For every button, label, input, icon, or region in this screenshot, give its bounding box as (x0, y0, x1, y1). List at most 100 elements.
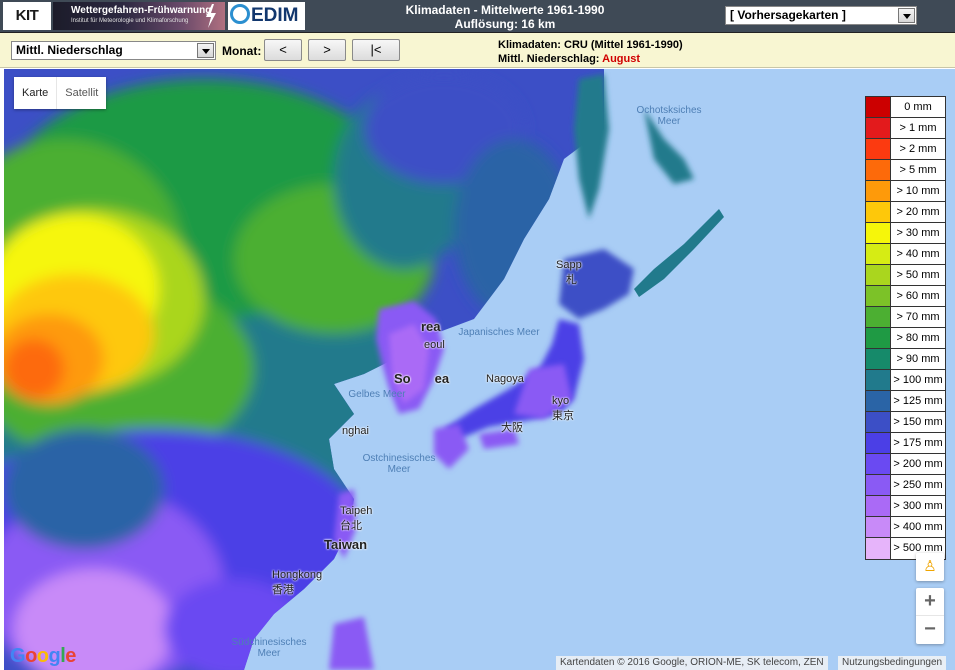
legend-label: > 300 mm (893, 500, 943, 512)
legend-label: > 10 mm (896, 185, 940, 197)
legend-label: > 20 mm (896, 206, 940, 218)
south-korea-end: ea (434, 371, 450, 386)
kit-logo-text: KIT (15, 7, 39, 24)
google-logo[interactable]: Google (10, 645, 76, 668)
header-bar: KIT Wettergefahren-Frühwarnung Institut … (0, 0, 955, 33)
legend-swatch (866, 412, 891, 432)
wettergefahren-banner[interactable]: Wettergefahren-Frühwarnung Institut für … (53, 2, 225, 30)
cedim-logo[interactable]: EDIM (228, 2, 305, 30)
banner-title: Wettergefahren-Frühwarnung (71, 5, 212, 16)
legend-swatch (866, 223, 891, 243)
precipitation-map[interactable]: Ochotsksiches Meer Japanisches Meer Gelb… (4, 69, 955, 670)
legend-swatch (866, 202, 891, 222)
legend-label: > 1 mm (899, 122, 937, 134)
banner-subtitle: Institut für Meteorologie und Klimaforsc… (71, 18, 189, 24)
osaka-label: 大阪 (501, 422, 523, 434)
first-month-button[interactable]: |< (352, 39, 400, 61)
south-china-sea-label: Südchinesisches Meer (224, 637, 314, 659)
google-letter: o (36, 645, 49, 667)
legend-label: > 125 mm (893, 395, 943, 407)
legend-label: > 100 mm (893, 374, 943, 386)
zoom-out-button[interactable]: − (916, 616, 944, 644)
legend-row: > 40 mm (866, 244, 945, 265)
satellite-view-button[interactable]: Satellit (56, 77, 106, 109)
seoul-label: eoul (424, 339, 445, 351)
legend-row: > 70 mm (866, 307, 945, 328)
map-view-button[interactable]: Karte (14, 77, 56, 109)
precipitation-legend: 0 mm > 1 mm > 2 mm > 5 mm > 10 mm > 20 mm > 30… (865, 96, 946, 560)
zoom-control: + − (916, 588, 944, 644)
taipei-name: Taipeh (340, 505, 373, 517)
google-letter: g (48, 645, 61, 667)
legend-row: > 90 mm (866, 349, 945, 370)
legend-row: > 250 mm (866, 475, 945, 496)
legend-swatch (866, 118, 891, 138)
tokyo-kanji: 東京 (552, 410, 574, 422)
pegman-icon[interactable]: ♙ (916, 553, 944, 581)
legend-swatch (866, 328, 891, 348)
hongkong-name: Hongkong (272, 569, 323, 581)
legend-row: > 1 mm (866, 118, 945, 139)
legend-row: > 10 mm (866, 181, 945, 202)
sapporo-label: Sapp 札 (556, 259, 582, 287)
hongkong-kanji: 香港 (272, 584, 294, 596)
legend-row: > 20 mm (866, 202, 945, 223)
legend-swatch (866, 370, 891, 390)
cedim-circle-icon (230, 4, 250, 24)
east-china-label-line1: Ostchinesisches (362, 453, 436, 464)
chevron-down-icon[interactable] (898, 8, 915, 23)
legend-label: > 50 mm (896, 269, 940, 281)
legend-label: > 150 mm (893, 416, 943, 428)
okhotsk-label-line1: Ochotsksiches (636, 105, 702, 116)
nagoya-label: Nagoya (486, 373, 524, 385)
yellow-sea-label: Gelbes Meer (348, 389, 406, 400)
south-korea-label: So ea (394, 371, 449, 386)
tokyo-label: kyo 東京 (552, 395, 574, 423)
east-china-sea-label: Ostchinesisches Meer (354, 453, 444, 475)
legend-label: > 90 mm (896, 353, 940, 365)
legend-row: > 300 mm (866, 496, 945, 517)
legend-swatch (866, 181, 891, 201)
legend-swatch (866, 433, 891, 453)
variable-select[interactable]: Mittl. Niederschlag (11, 41, 216, 60)
legend-label: > 175 mm (893, 437, 943, 449)
variable-info-label: Mittl. Niederschlag: (498, 53, 600, 65)
zoom-in-button[interactable]: + (916, 588, 944, 616)
taipei-label: Taipeh 台北 (340, 505, 372, 533)
legend-label: > 400 mm (893, 521, 943, 533)
google-letter: G (10, 645, 26, 667)
title-line-1: Klimadaten - Mittelwerte 1961-1990 (405, 3, 605, 17)
legend-swatch (866, 391, 891, 411)
legend-row: > 400 mm (866, 517, 945, 538)
next-month-button[interactable]: > (308, 39, 346, 61)
title-line-2: Auflösung: 16 km (454, 17, 556, 31)
chevron-down-icon[interactable] (197, 43, 214, 58)
legend-swatch (866, 286, 891, 306)
south-china-label-line1: Südchinesisches (231, 637, 307, 648)
terms-link[interactable]: Nutzungsbedingungen (838, 656, 947, 670)
previous-month-button[interactable]: < (264, 39, 302, 61)
legend-label: 0 mm (904, 101, 932, 113)
legend-row: > 2 mm (866, 139, 945, 160)
toolbar: Mittl. Niederschlag Monat: < > |< Klimad… (0, 33, 955, 68)
legend-label: > 70 mm (896, 311, 940, 323)
legend-row: > 200 mm (866, 454, 945, 475)
legend-row: > 50 mm (866, 265, 945, 286)
map-type-control: Karte Satellit (14, 77, 107, 109)
forecast-select-value: [ Vorhersagekarten ] (730, 8, 846, 22)
kit-logo[interactable]: KIT (3, 2, 51, 30)
legend-row: > 30 mm (866, 223, 945, 244)
google-letter: o (25, 645, 37, 667)
legend-swatch (866, 496, 891, 516)
legend-swatch (866, 139, 891, 159)
map-attribution: Kartendaten © 2016 Google, ORION-ME, SK … (556, 656, 828, 670)
sapporo-kanji: 札 (566, 274, 577, 286)
tokyo-name: kyo (552, 395, 570, 407)
legend-row: > 60 mm (866, 286, 945, 307)
legend-swatch (866, 244, 891, 264)
south-korea-start: So (394, 371, 411, 386)
legend-swatch (866, 538, 891, 559)
south-china-label-line2: Meer (257, 648, 281, 659)
forecast-map-select[interactable]: [ Vorhersagekarten ] (725, 6, 917, 25)
legend-swatch (866, 160, 891, 180)
